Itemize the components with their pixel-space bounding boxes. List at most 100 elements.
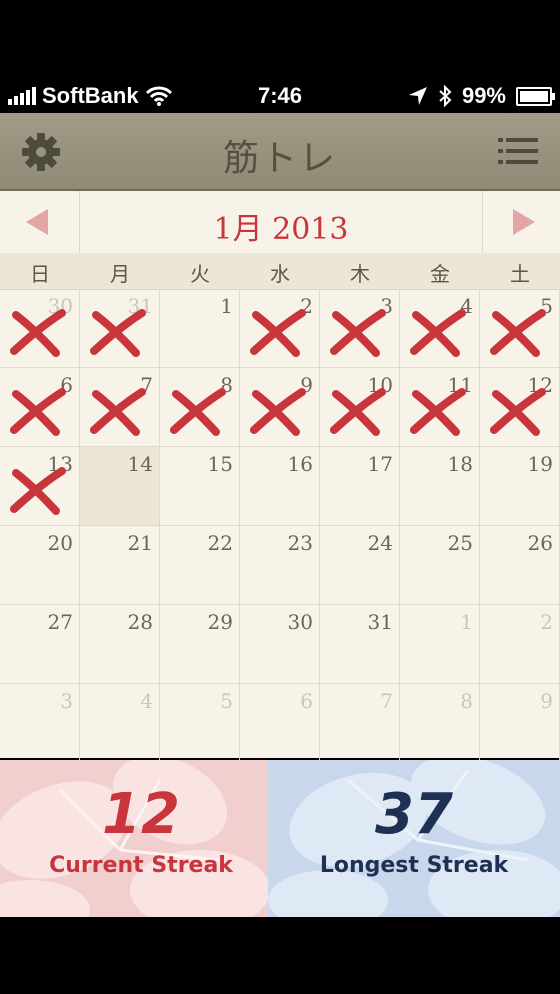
calendar-day[interactable]: 24 [320,526,400,605]
calendar-day[interactable]: 2 [480,605,560,684]
calendar-day[interactable]: 6 [240,684,320,763]
day-number: 18 [447,452,473,476]
calendar-day[interactable]: 31 [80,289,160,368]
current-streak-value: 12 [102,782,180,847]
day-number: 31 [367,610,393,634]
calendar-day[interactable]: 5 [160,684,240,763]
calendar-day[interactable]: 17 [320,447,400,526]
workout-done-x-icon [410,309,466,357]
day-number: 4 [140,689,153,713]
calendar-day[interactable]: 2 [240,289,320,368]
day-number: 17 [367,452,393,476]
workout-done-x-icon [490,388,546,436]
workout-done-x-icon [330,388,386,436]
calendar-day[interactable]: 18 [400,447,480,526]
longest-streak-panel: 37 Longest Streak [268,760,560,917]
calendar-day[interactable]: 25 [400,526,480,605]
next-month-button[interactable] [482,191,560,253]
status-bar: SoftBank 7:46 99% [0,75,560,115]
workout-done-x-icon [330,309,386,357]
weekday-label: 日 [30,262,50,286]
current-streak-label: Current Streak [49,853,233,878]
calendar-day[interactable]: 7 [320,684,400,763]
day-number: 19 [527,452,553,476]
calendar-day[interactable]: 4 [400,289,480,368]
calendar: 1月 2013 日月火水木金土 30 31 1 2 3 4 5 6 7 8 9 10 11 12 13 14 1… [0,191,560,763]
calendar-day[interactable]: 4 [80,684,160,763]
day-number: 29 [207,610,233,634]
longest-streak-label: Longest Streak [319,853,509,878]
battery-percent: 99% [461,83,506,108]
calendar-day[interactable]: 5 [480,289,560,368]
day-number: 27 [47,610,73,634]
prev-month-button[interactable] [0,191,80,253]
calendar-day[interactable]: 8 [160,368,240,447]
calendar-day[interactable]: 9 [240,368,320,447]
calendar-day[interactable]: 28 [80,605,160,684]
workout-done-x-icon [90,388,146,436]
workout-done-x-icon [170,388,226,436]
calendar-day[interactable]: 21 [80,526,160,605]
calendar-day[interactable]: 27 [0,605,80,684]
status-right: 99% [408,83,555,109]
weekday-label: 月 [110,262,130,286]
calendar-day[interactable]: 9 [480,684,560,763]
day-number: 6 [300,689,313,713]
workout-done-x-icon [10,467,66,515]
calendar-day[interactable]: 23 [240,526,320,605]
weekday-label: 火 [190,262,210,286]
calendar-day[interactable]: 20 [0,526,80,605]
calendar-day[interactable]: 19 [480,447,560,526]
calendar-day[interactable]: 7 [80,368,160,447]
day-number: 22 [207,531,233,555]
workout-done-x-icon [90,309,146,357]
calendar-day[interactable]: 6 [0,368,80,447]
workout-done-x-icon [10,309,66,357]
calendar-day[interactable]: 13 [0,447,80,526]
workout-done-x-icon [250,309,306,357]
day-number: 9 [540,689,553,713]
calendar-day[interactable]: 15 [160,447,240,526]
calendar-day[interactable]: 30 [240,605,320,684]
month-label: 1月 2013 [213,212,349,247]
day-number: 3 [60,689,73,713]
battery-fill [520,90,548,102]
day-number: 23 [287,531,313,555]
calendar-day[interactable]: 29 [160,605,240,684]
workout-done-x-icon [410,388,466,436]
calendar-day[interactable]: 22 [160,526,240,605]
day-number: 2 [540,610,553,634]
calendar-day[interactable]: 1 [400,605,480,684]
nav-bar: 筋トレ [0,113,560,191]
calendar-day[interactable]: 3 [0,684,80,763]
workout-done-x-icon [10,388,66,436]
calendar-day[interactable]: 11 [400,368,480,447]
list-icon[interactable] [498,137,538,165]
page-title: 筋トレ [222,138,337,179]
month-header: 1月 2013 [0,191,560,254]
weekday-label: 金 [430,262,450,286]
day-number: 26 [527,531,553,555]
calendar-day[interactable]: 31 [320,605,400,684]
day-number: 25 [447,531,473,555]
workout-done-x-icon [490,309,546,357]
day-number: 28 [127,610,153,634]
location-icon [408,87,427,105]
calendar-day[interactable]: 12 [480,368,560,447]
calendar-day[interactable]: 3 [320,289,400,368]
weekday-label: 水 [270,262,290,286]
weekday-label: 土 [510,262,530,286]
calendar-day[interactable]: 8 [400,684,480,763]
day-number: 21 [127,531,153,555]
battery-icon [516,86,555,106]
weekday-header: 日月火水木金土 [0,253,560,290]
calendar-day[interactable]: 10 [320,368,400,447]
day-number: 15 [207,452,233,476]
day-number: 8 [460,689,473,713]
calendar-day[interactable]: 30 [0,289,80,368]
calendar-day[interactable]: 26 [480,526,560,605]
calendar-day[interactable]: 1 [160,289,240,368]
day-number: 30 [287,610,313,634]
calendar-day[interactable]: 16 [240,447,320,526]
calendar-day-today[interactable]: 14 [80,447,160,526]
